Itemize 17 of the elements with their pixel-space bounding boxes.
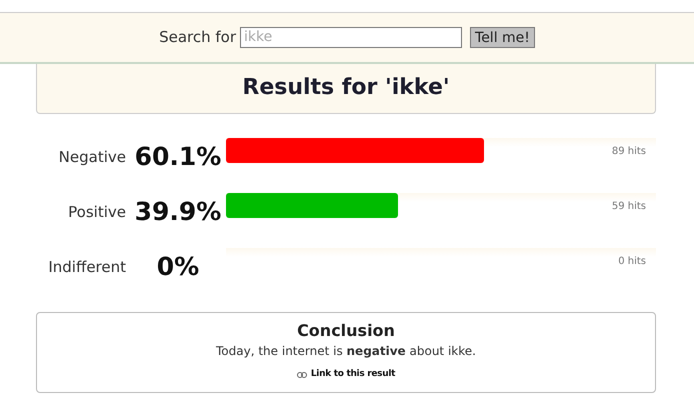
sentiment-label: Negative	[58, 147, 126, 168]
conclusion-text: Today, the internet is negative about ikke.	[216, 343, 476, 360]
conclusion-title: Conclusion	[297, 321, 395, 340]
percentage: 0%	[156, 251, 200, 283]
hits-count: 0 hits	[618, 255, 646, 269]
hits-count: 89 hits	[612, 145, 646, 159]
percentage: 60.1%	[134, 141, 222, 173]
percentage: 39.9%	[134, 196, 222, 228]
sentiment-label: Indifferent	[47, 257, 126, 278]
sentiment-label: Positive	[67, 202, 126, 223]
result-link[interactable]: Link to this result	[296, 368, 396, 382]
results-title: Results for 'ikke'	[242, 75, 450, 102]
search-field[interactable]: ikke	[240, 27, 462, 48]
link-icon	[296, 372, 307, 378]
tell-me-button[interactable]: Tell me!	[470, 27, 535, 48]
hits-count: 59 hits	[612, 200, 646, 214]
search-label: Search for	[159, 27, 236, 48]
